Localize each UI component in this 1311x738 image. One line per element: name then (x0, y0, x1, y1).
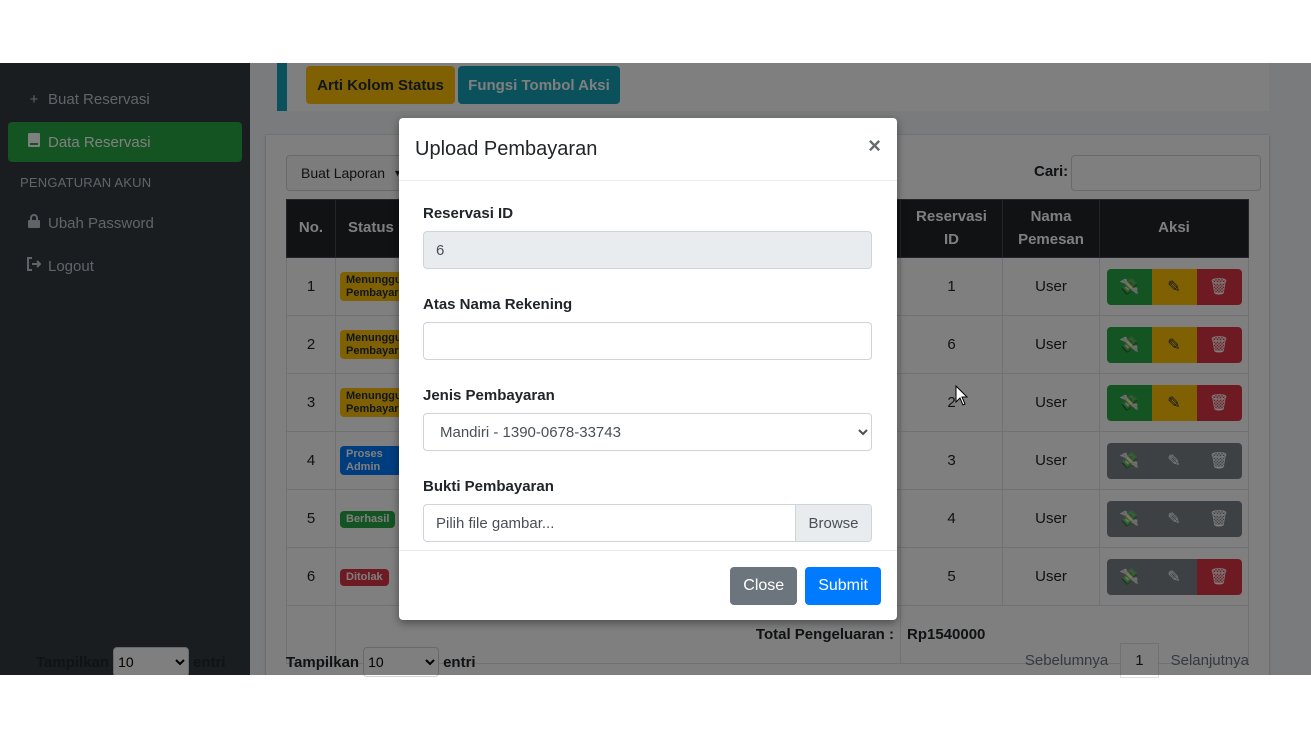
account-name-field[interactable] (423, 322, 872, 360)
close-icon[interactable]: × (868, 133, 881, 159)
upload-payment-modal: Upload Pembayaran × Reservasi ID 6 Atas … (399, 118, 897, 620)
reservation-id-label: Reservasi ID (423, 205, 514, 222)
payment-type-select[interactable]: Mandiri - 1390-0678-33743 (423, 413, 872, 451)
modal-footer: Close Submit (399, 550, 897, 620)
file-placeholder: Pilih file gambar... (436, 514, 555, 532)
proof-file-input[interactable]: Pilih file gambar... Browse (423, 504, 872, 542)
reservation-id-field: 6 (423, 231, 872, 269)
modal-title: Upload Pembayaran (415, 137, 598, 160)
browse-button[interactable]: Browse (795, 505, 871, 541)
payment-type-label: Jenis Pembayaran (423, 387, 555, 404)
proof-label: Bukti Pembayaran (423, 478, 554, 495)
close-button[interactable]: Close (730, 566, 798, 605)
modal-header: Upload Pembayaran × (399, 118, 897, 181)
submit-button[interactable]: Submit (805, 566, 881, 605)
account-name-label: Atas Nama Rekening (423, 296, 573, 313)
modal-body: Reservasi ID 6 Atas Nama Rekening Jenis … (399, 181, 897, 542)
